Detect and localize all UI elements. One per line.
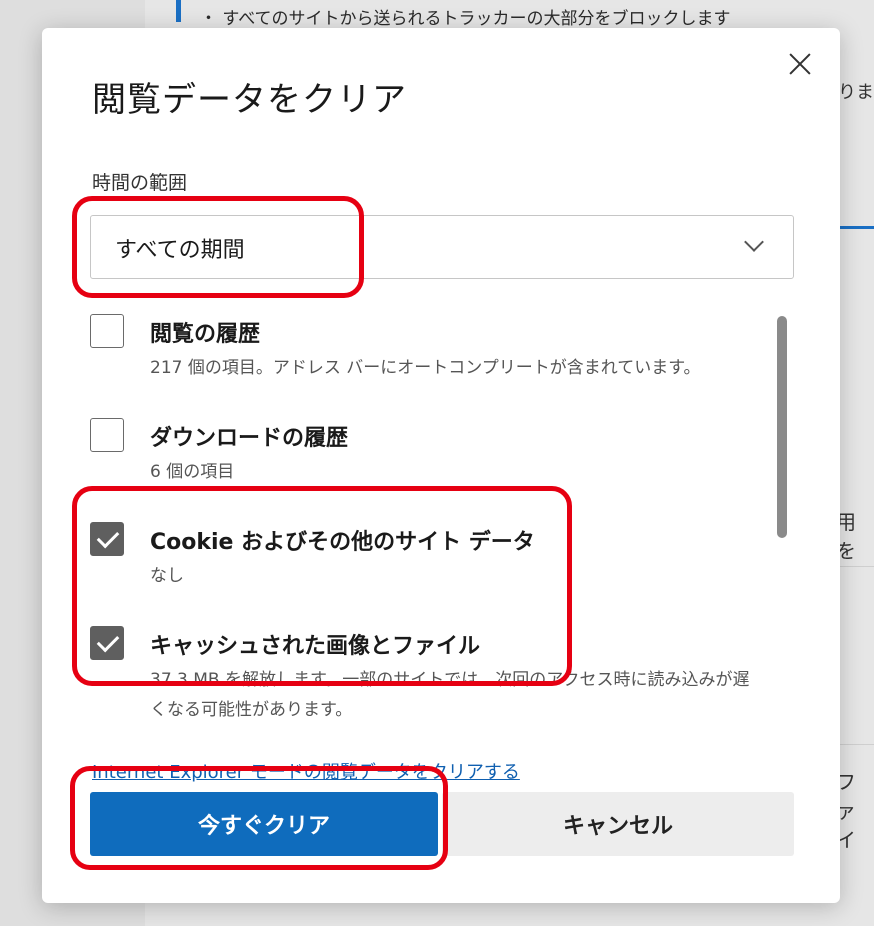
item-description: 37.3 MB を解放します。一部のサイトでは、次回のアクセス時に読み込みが遅く…: [150, 670, 750, 720]
cancel-button[interactable]: キャンセル: [442, 792, 794, 856]
item-description: なし: [150, 566, 184, 586]
cached-images-checkbox[interactable]: [90, 626, 124, 660]
item-label: ダウンロードの履歴: [150, 426, 349, 451]
item-label: キャッシュされた画像とファイル: [150, 634, 481, 659]
background-text-right: ファイ: [836, 770, 856, 852]
background-text: ・ すべてのサイトから送られるトラッカーの大部分をブロックします: [200, 9, 731, 29]
dialog-title: 閲覧データをクリア: [92, 80, 407, 120]
item-description: 217 個の項目。アドレス バーにオートコンプリートが含まれています。: [150, 358, 701, 378]
download-history-checkbox[interactable]: [90, 418, 124, 452]
item-label: Cookie およびその他のサイト データ: [150, 530, 535, 555]
chevron-down-icon: [744, 232, 764, 252]
time-range-value: すべての期間: [115, 238, 245, 263]
time-range-label: 時間の範囲: [92, 172, 188, 194]
item-label: 閲覧の履歴: [150, 322, 261, 347]
background-accent-bar: [176, 0, 181, 22]
background-divider: [838, 566, 874, 567]
background-divider: [838, 744, 874, 745]
clear-now-button[interactable]: 今すぐクリア: [90, 792, 438, 856]
list-scrollbar[interactable]: [777, 316, 787, 538]
time-range-select[interactable]: すべての期間: [90, 215, 794, 279]
close-icon[interactable]: [786, 50, 814, 78]
clear-browsing-data-dialog: 閲覧データをクリア 時間の範囲 すべての期間 閲覧の履歴 217 個の項目。アド…: [42, 28, 840, 903]
browsing-history-checkbox[interactable]: [90, 314, 124, 348]
item-description: 6 個の項目: [150, 462, 235, 482]
background-text-right: りま: [838, 82, 874, 103]
background-text-right: 用を: [836, 510, 856, 563]
cookies-checkbox[interactable]: [90, 522, 124, 556]
background-accent-line: [840, 226, 874, 229]
clear-ie-mode-data-link[interactable]: Internet Explorer モードの閲覧データをクリアする: [92, 758, 520, 784]
